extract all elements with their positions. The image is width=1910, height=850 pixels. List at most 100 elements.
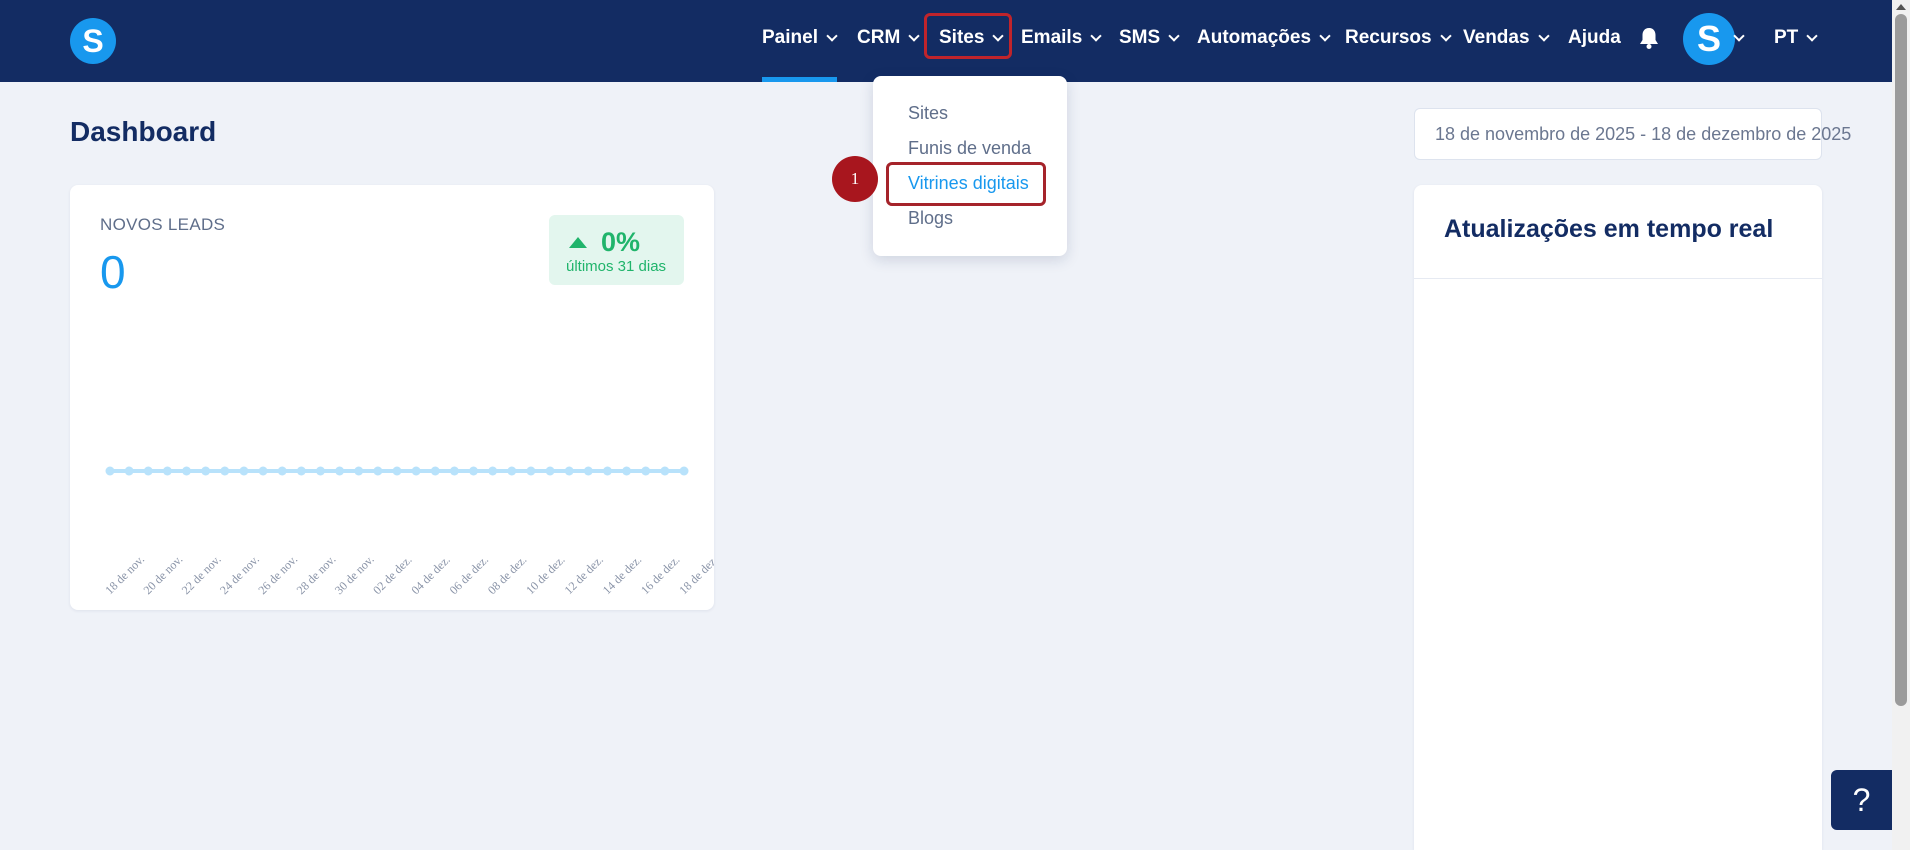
active-nav-indicator [762,77,837,82]
data-point[interactable] [220,466,230,476]
sites-highlight-box [924,13,1012,59]
data-point[interactable] [583,466,593,476]
chevron-down-icon [1090,29,1102,42]
nav-item-label: SMS [1119,27,1161,48]
nav-item-recursos[interactable]: Recursos [1345,24,1452,52]
chevron-down-icon [1537,29,1550,42]
nav-item-sms[interactable]: SMS [1119,24,1180,52]
x-tick-label: 02 de dez. [370,553,415,598]
data-point[interactable] [105,466,115,476]
data-point[interactable] [162,466,172,476]
chevron-down-icon [1439,29,1452,42]
data-point[interactable] [143,466,153,476]
nav-item-label: Vendas [1463,27,1530,48]
data-point[interactable] [411,466,421,476]
x-tick-label: 06 de dez. [447,553,492,598]
x-tick-label: 08 de dez. [485,553,530,598]
x-tick-label: 04 de dez. [408,553,453,598]
chevron-down-icon [1319,29,1331,42]
x-tick-label: 28 de nov. [294,552,339,597]
nav-item-label: Ajuda [1568,27,1621,48]
chevron-down-icon [1733,29,1745,42]
data-point[interactable] [469,466,479,476]
sites-dropdown-menu: Sites Funis de venda Vitrines digitais B… [873,76,1067,256]
divider [1414,278,1822,279]
data-point[interactable] [201,466,211,476]
x-tick-label: 12 de dez. [561,553,606,598]
x-tick-label: 18 de dez. [676,553,714,598]
nav-item-label: CRM [857,27,901,48]
x-tick-label: 30 de nov. [332,552,377,597]
chevron-down-icon [1168,29,1180,42]
data-point[interactable] [124,466,134,476]
bell-icon[interactable] [1638,26,1660,50]
data-point[interactable] [449,466,459,476]
menu-item-blogs[interactable]: Blogs [908,208,953,229]
nav-item-automacoes[interactable]: Automações [1197,24,1331,52]
page-title: Dashboard [70,116,217,147]
logo[interactable]: S [70,18,116,64]
data-point[interactable] [315,466,325,476]
data-point[interactable] [182,466,192,476]
realtime-updates-card: Atualizações em tempo real [1414,185,1822,850]
data-point[interactable] [258,466,268,476]
data-point[interactable] [545,466,555,476]
chevron-down-icon [908,29,920,42]
nav-item-emails[interactable]: Emails [1021,24,1102,52]
data-point[interactable] [354,466,364,476]
card-title: Atualizações em tempo real [1444,215,1774,243]
data-point[interactable] [507,466,517,476]
data-point[interactable] [641,466,651,476]
x-tick-label: 24 de nov. [217,552,262,597]
data-point[interactable] [373,466,383,476]
data-point[interactable] [564,466,574,476]
nav-item-label: Automações [1197,27,1312,48]
vitrines-highlight-box [886,162,1046,206]
data-point[interactable] [335,466,345,476]
scrollbar-thumb[interactable] [1895,14,1907,706]
data-point[interactable] [392,466,402,476]
scroll-up-arrow-icon[interactable] [1896,4,1906,10]
arrow-up-icon [569,237,587,248]
data-point[interactable] [430,466,440,476]
card-title: NOVOS LEADS [100,215,226,234]
page-scrollbar[interactable] [1892,0,1910,850]
language-label: PT [1774,27,1799,48]
nav-item-label: Painel [762,27,818,48]
x-tick-label: 16 de dez. [638,553,683,598]
x-tick-label: 26 de nov. [255,552,300,597]
x-tick-label: 22 de nov. [179,552,224,597]
help-button[interactable]: ? [1831,770,1892,830]
data-point[interactable] [602,466,612,476]
growth-percent: 0% [601,227,641,257]
nav-item-vendas[interactable]: Vendas [1463,24,1550,52]
language-selector[interactable]: PT [1774,24,1818,52]
avatar[interactable]: S [1683,13,1735,65]
data-point[interactable] [239,466,249,476]
x-tick-label: 18 de nov. [102,552,147,597]
step-badge: 1 [832,156,878,202]
menu-item-funis-de-venda[interactable]: Funis de venda [908,138,1031,159]
nav-item-label: Recursos [1345,27,1432,48]
data-point[interactable] [488,466,498,476]
x-tick-label: 20 de nov. [140,552,185,597]
data-point[interactable] [679,466,689,476]
x-tick-label: 14 de dez. [600,553,645,598]
leads-count: 0 [100,246,126,298]
menu-item-sites[interactable]: Sites [908,103,948,124]
date-range-picker[interactable]: 18 de novembro de 2025 - 18 de dezembro … [1414,108,1851,160]
nav-item-ajuda[interactable]: Ajuda [1568,24,1621,52]
top-navbar: S Painel CRM Sites Emails SMS Automações… [0,0,1910,82]
data-point[interactable] [277,466,287,476]
growth-period: últimos 31 dias [566,258,667,275]
data-point[interactable] [660,466,670,476]
x-tick-label: 10 de dez. [523,553,568,598]
data-point[interactable] [296,466,306,476]
nav-item-label: Emails [1021,27,1083,48]
nav-item-crm[interactable]: CRM [857,24,920,52]
data-point[interactable] [622,466,632,476]
nav-item-painel[interactable]: Painel [762,24,838,52]
avatar-menu-toggle[interactable] [1733,24,1745,52]
data-point[interactable] [526,466,536,476]
chevron-down-icon [1806,29,1818,42]
